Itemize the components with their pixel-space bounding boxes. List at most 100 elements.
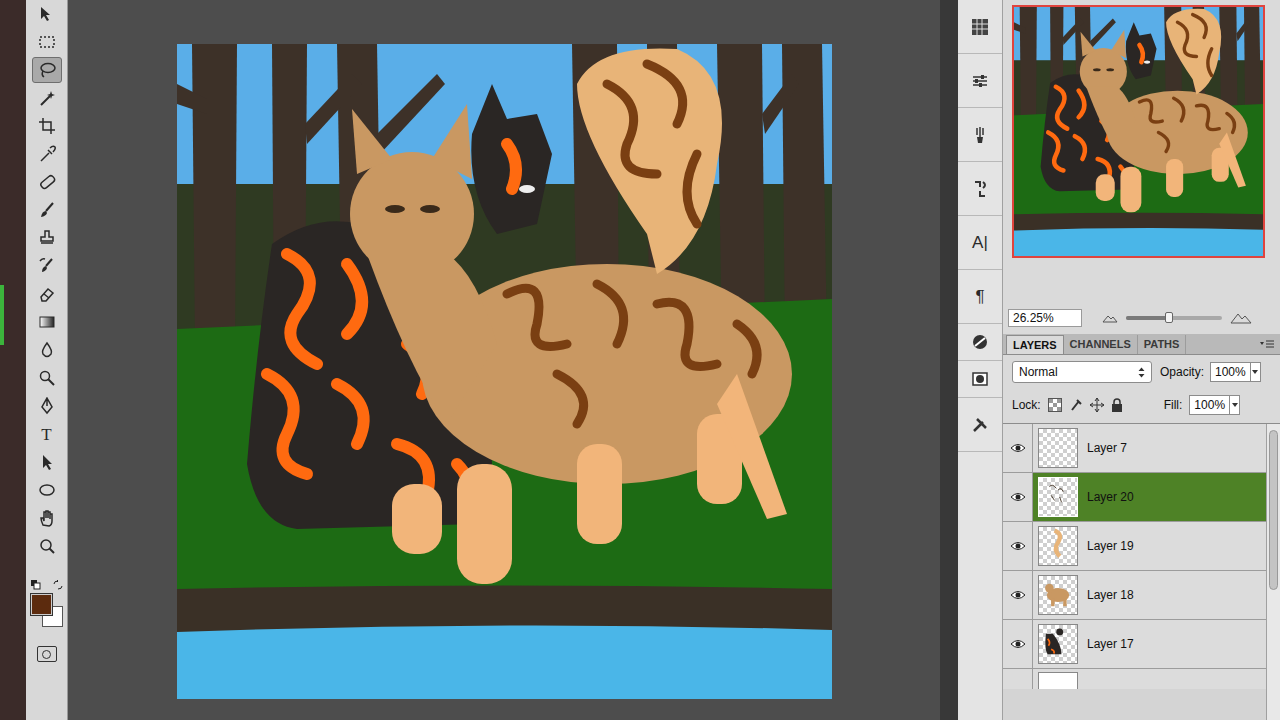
layer-name: Layer 20 (1087, 488, 1134, 506)
type-icon: T (41, 426, 51, 443)
tool-button[interactable] (32, 225, 62, 251)
tool-button[interactable] (32, 113, 62, 139)
pen-icon (38, 397, 56, 415)
visibility-toggle[interactable] (1010, 491, 1026, 503)
lock-pixels-icon[interactable] (1069, 398, 1083, 412)
zoom-out-icon[interactable] (1102, 313, 1118, 323)
tool-button[interactable] (32, 57, 62, 83)
opacity-field[interactable]: 100% (1210, 362, 1261, 382)
lock-all-icon[interactable] (1111, 398, 1123, 412)
blend-mode-select[interactable]: Normal (1012, 361, 1152, 383)
visibility-toggle[interactable] (1010, 638, 1026, 650)
layer-row[interactable]: Layer 18 (1003, 571, 1266, 620)
layer-thumbnail (1038, 575, 1078, 615)
zoom-row: 26.25% (1003, 308, 1280, 328)
zoom-slider-thumb[interactable] (1165, 312, 1173, 323)
swap-colors-icon[interactable] (53, 580, 63, 590)
artwork-canvas[interactable] (177, 44, 832, 699)
visibility-toggle[interactable] (1010, 540, 1026, 552)
masks-icon (971, 370, 989, 388)
scroll-thumb[interactable] (1269, 430, 1278, 590)
tool-button[interactable] (32, 309, 62, 335)
tool-button[interactable] (32, 253, 62, 279)
foreground-color-swatch[interactable] (31, 594, 52, 615)
tool-button[interactable] (32, 141, 62, 167)
workspace (68, 0, 940, 720)
visibility-toggle[interactable] (1010, 589, 1026, 601)
dock-button[interactable] (958, 398, 1002, 452)
quick-mask-icon[interactable] (37, 646, 57, 662)
layer-thumbnail (1038, 624, 1078, 664)
background-window-strip (0, 0, 26, 720)
dock-button[interactable] (958, 361, 1002, 398)
layer-row[interactable]: Layer 17 (1003, 620, 1266, 669)
layer-row[interactable]: Layer 20 (1003, 473, 1266, 522)
dock-button[interactable] (958, 324, 1002, 361)
dock-button[interactable] (958, 0, 1002, 54)
zoom-in-icon[interactable] (1230, 312, 1252, 324)
zoom-slider-fill (1126, 316, 1169, 320)
tool-button[interactable]: T (32, 421, 62, 447)
tool-button[interactable] (32, 85, 62, 111)
navigator-preview[interactable] (1012, 5, 1265, 258)
eye-icon (1010, 541, 1026, 551)
adjustments-icon (971, 72, 989, 90)
blend-mode-value: Normal (1019, 363, 1058, 381)
dock-button[interactable]: ¶ (958, 270, 1002, 324)
layer-row[interactable]: Layer 19 (1003, 522, 1266, 571)
lock-transparency-icon[interactable] (1048, 398, 1062, 412)
tool-button[interactable] (32, 281, 62, 307)
ellipse-icon (38, 481, 56, 499)
tool-button[interactable] (32, 337, 62, 363)
default-colors-icon[interactable] (31, 580, 41, 590)
stamp-icon (38, 229, 56, 247)
eye-icon (1010, 443, 1026, 453)
dropdown-arrows-icon (1138, 367, 1145, 378)
crop-icon (38, 117, 56, 135)
layer-name: Layer 17 (1087, 635, 1134, 653)
zoom-slider[interactable] (1126, 316, 1222, 320)
clone-source-icon (971, 180, 989, 198)
tool-button[interactable] (32, 29, 62, 55)
lock-position-icon[interactable] (1090, 398, 1104, 412)
panel-tab[interactable]: PATHS (1138, 335, 1187, 354)
character-icon: A| (972, 234, 988, 251)
layer-row[interactable]: Layer 7 (1003, 424, 1266, 473)
fill-field[interactable]: 100% (1189, 395, 1240, 415)
dock-button[interactable]: A| (958, 216, 1002, 270)
dropdown-arrow-icon[interactable] (1232, 403, 1238, 407)
hand-icon (38, 509, 56, 527)
dock-button[interactable] (958, 108, 1002, 162)
panel-tabs: LAYERSCHANNELSPATHS (1003, 334, 1280, 355)
artwork (177, 44, 832, 699)
dock-button[interactable] (958, 162, 1002, 216)
tool-presets-icon (971, 416, 989, 434)
histogram-icon (971, 18, 989, 36)
styles-icon (971, 333, 989, 351)
zoom-value: 26.25% (1013, 312, 1054, 324)
zoom-field[interactable]: 26.25% (1008, 309, 1082, 327)
artwork (1014, 7, 1263, 256)
color-swatches[interactable] (29, 580, 65, 640)
dropdown-arrow-icon[interactable] (1252, 370, 1258, 374)
panel-tab[interactable]: LAYERS (1006, 335, 1064, 354)
fill-value: 100% (1190, 396, 1229, 414)
tool-button[interactable] (32, 477, 62, 503)
tool-button[interactable] (32, 393, 62, 419)
tool-button[interactable] (32, 197, 62, 223)
tool-button[interactable] (32, 449, 62, 475)
tool-button[interactable] (32, 365, 62, 391)
panel-menu-icon[interactable] (1260, 340, 1274, 350)
visibility-toggle[interactable] (1010, 442, 1026, 454)
gradient-icon (38, 313, 56, 331)
panel-tab[interactable]: CHANNELS (1064, 335, 1138, 354)
tool-button[interactable] (32, 505, 62, 531)
zoom-icon (38, 537, 56, 555)
tool-button[interactable] (32, 533, 62, 559)
tool-button[interactable] (32, 1, 62, 27)
tool-button[interactable] (32, 169, 62, 195)
eyedropper-icon (38, 145, 56, 163)
layer-scrollbar[interactable] (1266, 424, 1280, 720)
eraser-icon (38, 285, 56, 303)
dock-button[interactable] (958, 54, 1002, 108)
